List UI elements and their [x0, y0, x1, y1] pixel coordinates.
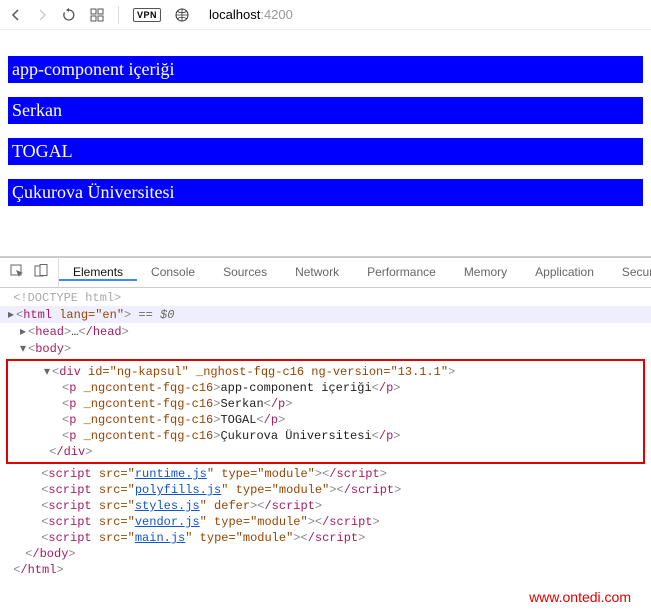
forward-button[interactable] — [36, 9, 48, 21]
script-line[interactable]: <script src="vendor.js" type="module"></… — [0, 514, 651, 530]
apps-icon[interactable] — [90, 8, 104, 22]
head-line[interactable]: ▸<head>…</head> — [0, 323, 651, 340]
p-line[interactable]: <p _ngcontent-fqg-c16>Serkan</p> — [8, 396, 643, 412]
content-bar: app-component içeriği — [8, 56, 643, 83]
devtools-tab-elements[interactable]: Elements — [59, 265, 137, 281]
body-open-line[interactable]: ▾<body> — [0, 340, 651, 357]
content-bar: TOGAL — [8, 138, 643, 165]
highlighted-block: ▾<div id="ng-kapsul" _nghost-fqg-c16 ng-… — [6, 359, 645, 464]
script-line[interactable]: <script src="styles.js" defer></script> — [0, 498, 651, 514]
html-close-line[interactable]: </html> — [0, 562, 651, 578]
html-open-line[interactable]: ▸<html lang="en"> == $0 — [0, 306, 651, 323]
script-line[interactable]: <script src="polyfills.js" type="module"… — [0, 482, 651, 498]
devtools-tab-sources[interactable]: Sources — [209, 265, 281, 279]
globe-icon[interactable] — [175, 8, 189, 22]
div-close-line[interactable]: </div> — [8, 444, 643, 460]
back-button[interactable] — [10, 9, 22, 21]
script-line[interactable]: <script src="main.js" type="module"></sc… — [0, 530, 651, 546]
elements-tree: <!DOCTYPE html>▸<html lang="en"> == $0▸<… — [0, 288, 651, 586]
body-close-line[interactable]: </body> — [0, 546, 651, 562]
content-bar: Serkan — [8, 97, 643, 124]
devtools-tab-security[interactable]: Security — [608, 265, 651, 279]
div-open-line[interactable]: ▾<div id="ng-kapsul" _nghost-fqg-c16 ng-… — [8, 363, 643, 380]
vpn-badge[interactable]: VPN — [133, 8, 161, 22]
doctype-line[interactable]: <!DOCTYPE html> — [0, 290, 651, 306]
devtools-tab-console[interactable]: Console — [137, 265, 209, 279]
url-host: localhost — [209, 7, 260, 22]
script-line[interactable]: <script src="runtime.js" type="module"><… — [0, 466, 651, 482]
devtools-tabs: ElementsConsoleSourcesNetworkPerformance… — [0, 258, 651, 288]
browser-toolbar: VPN localhost:4200 — [0, 0, 651, 30]
watermark-text: www.ontedi.com — [529, 589, 631, 605]
inspect-icon[interactable] — [10, 264, 24, 281]
p-line[interactable]: <p _ngcontent-fqg-c16>TOGAL</p> — [8, 412, 643, 428]
devtools-tab-network[interactable]: Network — [281, 265, 353, 279]
url-port: :4200 — [260, 7, 293, 22]
p-line[interactable]: <p _ngcontent-fqg-c16>Çukurova Üniversit… — [8, 428, 643, 444]
devtools-panel: ElementsConsoleSourcesNetworkPerformance… — [0, 256, 651, 586]
device-icon[interactable] — [34, 264, 48, 281]
content-bar: Çukurova Üniversitesi — [8, 179, 643, 206]
p-line[interactable]: <p _ngcontent-fqg-c16>app-component içer… — [8, 380, 643, 396]
devtools-tab-memory[interactable]: Memory — [450, 265, 521, 279]
reload-button[interactable] — [62, 8, 76, 22]
page-content: app-component içeriği Serkan TOGAL Çukur… — [0, 30, 651, 228]
devtools-tab-performance[interactable]: Performance — [353, 265, 450, 279]
devtools-tab-application[interactable]: Application — [521, 265, 608, 279]
address-bar[interactable]: localhost:4200 — [209, 7, 293, 22]
toolbar-divider — [118, 6, 119, 24]
